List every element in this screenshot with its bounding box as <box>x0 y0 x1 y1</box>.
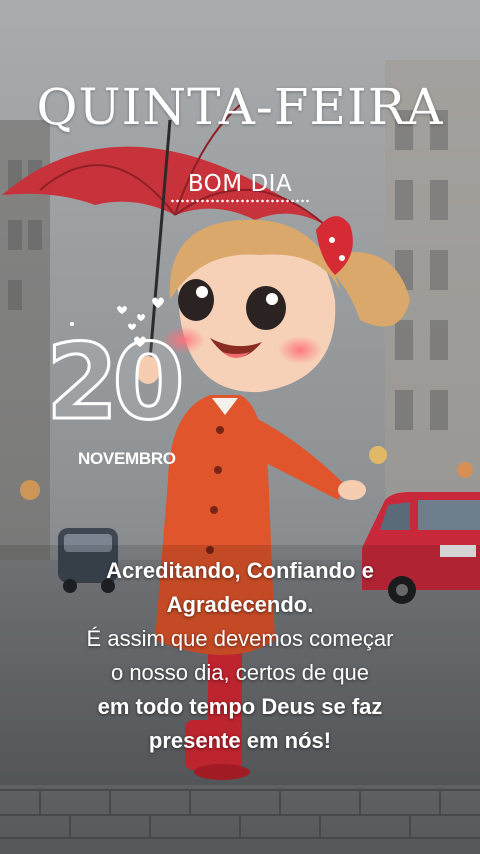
message-block: Acreditando, Confiando e Agradecendo. É … <box>10 554 470 759</box>
message-line-2: Agradecendo. <box>166 592 314 618</box>
message-line-1: Acreditando, Confiando e <box>106 558 374 583</box>
message-line-5: em todo tempo Deus se faz <box>97 694 383 720</box>
weekday-title: QUINTA-FEIRA <box>36 78 444 136</box>
message-line-3: É assim que devemos começar <box>86 626 394 652</box>
message-line-4: o nosso dia, certos de que <box>110 660 370 686</box>
month-label: NOVEMBRO <box>78 449 176 468</box>
dotted-underline <box>170 199 310 203</box>
greeting-text: BOM DIA <box>187 171 293 197</box>
day-number: 20 <box>45 321 187 443</box>
message-line-6: presente em nós! <box>148 728 332 754</box>
